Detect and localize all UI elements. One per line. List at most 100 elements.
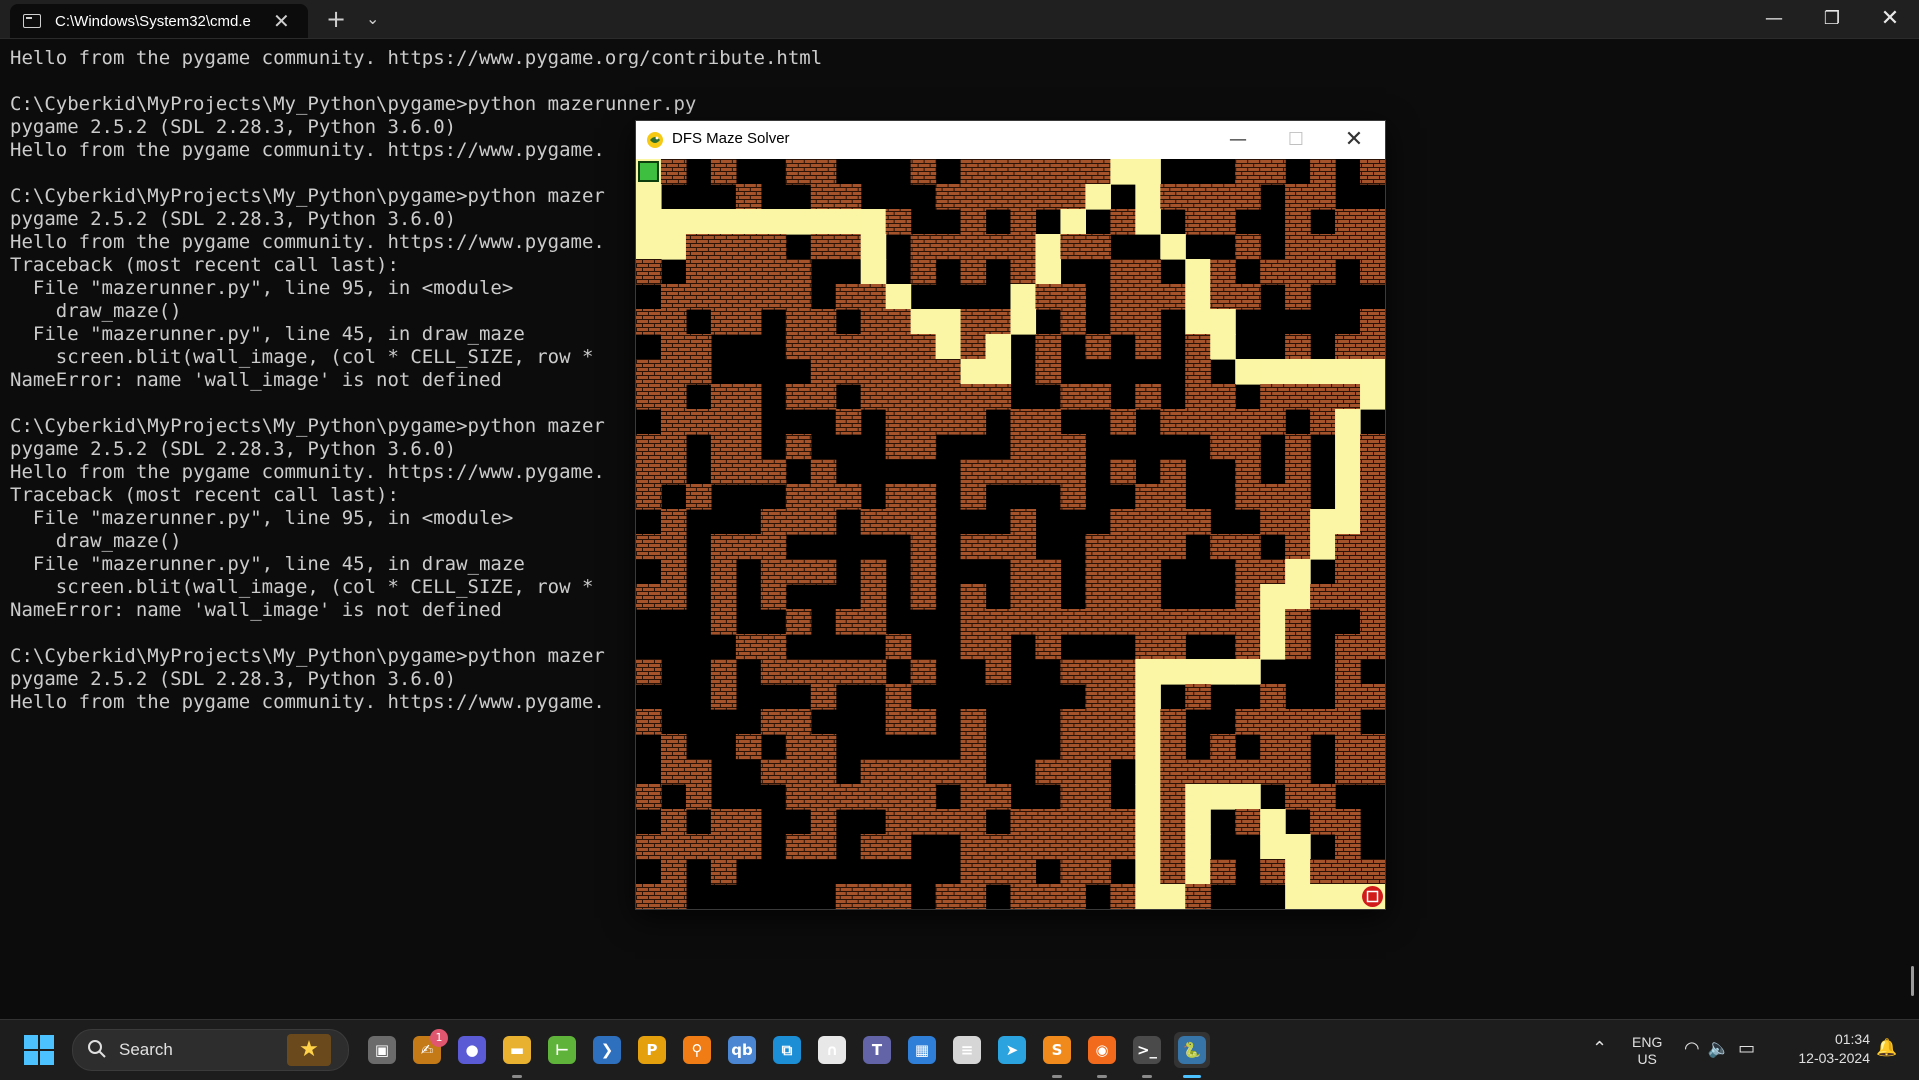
new-tab-button[interactable]: +: [326, 6, 346, 32]
maze-wall-cell: [1335, 809, 1361, 835]
maze-wall-cell: [910, 384, 937, 410]
terminal-line: C:\Cyberkid\MyProjects\My_Python\pygame>…: [10, 185, 605, 207]
maze-wall-cell: [1360, 159, 1385, 185]
restore-button[interactable]: ❐: [1804, 0, 1860, 38]
battery-icon[interactable]: ▭: [1738, 1038, 1763, 1059]
maze-wall-cell: [785, 259, 812, 285]
maze-wall-cell: [1210, 534, 1236, 560]
terminal-line: File "mazerunner.py", line 95, in <modul…: [32, 277, 514, 299]
taskbar-app-chat[interactable]: ●: [454, 1032, 490, 1068]
maze-wall-cell: [735, 734, 762, 760]
terminal-scrollbar[interactable]: [1911, 966, 1914, 996]
chevron-up-icon[interactable]: ⌃: [1592, 1038, 1607, 1059]
taskbar-app-search-everything[interactable]: ⚲: [679, 1032, 715, 1068]
bell-icon[interactable]: 🔔: [1876, 1038, 1897, 1058]
maze-wall-cell: [1085, 834, 1111, 860]
maze-solution-cell: [1035, 259, 1062, 285]
taskbar-app-notes[interactable]: ≡: [949, 1032, 985, 1068]
maze-wall-cell: [1035, 759, 1062, 785]
maze-wall-cell: [1135, 484, 1161, 510]
maze-wall-cell: [1360, 434, 1385, 460]
clock[interactable]: 01:34 12-03-2024: [1778, 1030, 1870, 1068]
maze-wall-cell: [1160, 634, 1186, 660]
maze-solution-cell: [1285, 359, 1311, 385]
maze-wall-cell: [810, 809, 837, 835]
taskbar-app-notepad-[interactable]: ⊢: [544, 1032, 580, 1068]
maze-solution-cell: [1235, 784, 1261, 810]
maze-wall-cell: [885, 634, 912, 660]
maze-wall-cell: [1210, 734, 1236, 760]
maze-minimize-button[interactable]: —: [1210, 121, 1266, 159]
taskbar-search-input[interactable]: Search ★: [72, 1029, 349, 1071]
maze-wall-cell: [1235, 609, 1261, 635]
maze-wall-cell: [985, 859, 1012, 885]
maze-wall-cell: [785, 559, 812, 585]
maze-wall-cell: [1010, 809, 1037, 835]
maze-solution-cell: [1260, 809, 1286, 835]
maze-wall-cell: [1035, 434, 1062, 460]
taskbar-app-store[interactable]: ▦: [904, 1032, 940, 1068]
tab-close-icon[interactable]: ✕: [273, 11, 290, 31]
taskbar-app-teams[interactable]: T: [859, 1032, 895, 1068]
maze-window-title: DFS Maze Solver: [672, 130, 790, 147]
maze-wall-cell: [1035, 334, 1062, 360]
taskbar-app-firefox[interactable]: ◉: [1084, 1032, 1120, 1078]
maze-wall-cell: [1210, 409, 1236, 435]
maze-wall-cell: [660, 284, 687, 310]
search-everything-icon: ⚲: [683, 1036, 711, 1064]
tab-dropdown-button[interactable]: ⌄: [366, 6, 379, 32]
taskbar-app-python[interactable]: 🐍: [1174, 1032, 1210, 1078]
maze-wall-cell: [1135, 259, 1161, 285]
maze-solution-cell: [1185, 809, 1211, 835]
tab-cmd[interactable]: C:\Windows\System32\cmd.e ✕: [10, 4, 308, 38]
maze-solution-cell: [1335, 409, 1361, 435]
taskbar-app-headphones[interactable]: ∩: [814, 1032, 850, 1068]
maze-wall-cell: [1010, 834, 1037, 860]
taskbar-app-file-explorer[interactable]: ▬: [499, 1032, 535, 1078]
maze-window-titlebar[interactable]: DFS Maze Solver — ☐ ✕: [636, 121, 1385, 159]
maze-wall-cell: [1085, 159, 1111, 185]
maze-wall-cell: [985, 609, 1012, 635]
maze-wall-cell: [1360, 759, 1385, 785]
maze-wall-cell: [985, 234, 1012, 260]
taskbar-app-plex[interactable]: P: [634, 1032, 670, 1068]
maze-wall-cell: [860, 309, 887, 335]
windows-start-icon[interactable]: [24, 1035, 54, 1065]
maze-wall-cell: [735, 384, 762, 410]
taskbar-app-terminal[interactable]: >_: [1129, 1032, 1165, 1078]
maze-close-button[interactable]: ✕: [1326, 121, 1382, 159]
close-button[interactable]: ✕: [1862, 0, 1918, 38]
taskbar-app-telegram[interactable]: ➤: [994, 1032, 1030, 1068]
maze-wall-cell: [1010, 234, 1037, 260]
maze-wall-cell: [1060, 484, 1086, 510]
volume-icon[interactable]: 🔈: [1708, 1038, 1738, 1059]
taskbar-app-sublime-text[interactable]: S: [1039, 1032, 1075, 1078]
taskbar-app-powershell[interactable]: ❯: [589, 1032, 625, 1068]
maze-wall-cell: [960, 584, 987, 610]
maze-wall-cell: [835, 484, 862, 510]
maze-wall-cell: [1110, 309, 1136, 335]
maze-solution-cell: [910, 309, 937, 335]
maze-wall-cell: [785, 384, 812, 410]
maze-wall-cell: [910, 159, 937, 185]
maze-wall-cell: [1010, 859, 1037, 885]
system-tray[interactable]: ◠🔈▭: [1684, 1038, 1763, 1059]
maze-solution-cell: [1310, 534, 1336, 560]
maze-end-marker: [1362, 886, 1384, 907]
maze-wall-cell: [935, 384, 962, 410]
maze-solution-cell: [1210, 784, 1236, 810]
maze-wall-cell: [1035, 559, 1062, 585]
minimize-button[interactable]: —: [1746, 0, 1802, 38]
maze-wall-cell: [1010, 509, 1037, 535]
taskbar-app-snip[interactable]: ⧉: [769, 1032, 805, 1068]
wifi-icon[interactable]: ◠: [1684, 1038, 1708, 1059]
taskbar-app-task-view[interactable]: ▣: [364, 1032, 400, 1068]
language-indicator[interactable]: ENG US: [1632, 1034, 1662, 1068]
maze-wall-cell: [860, 334, 887, 360]
teams-icon: T: [863, 1036, 891, 1064]
maze-wall-cell: [1060, 759, 1086, 785]
maze-wall-cell: [1085, 784, 1111, 810]
taskbar-app-qbittorrent[interactable]: qb: [724, 1032, 760, 1068]
maze-wall-cell: [885, 834, 912, 860]
maze-wall-cell: [1260, 509, 1286, 535]
